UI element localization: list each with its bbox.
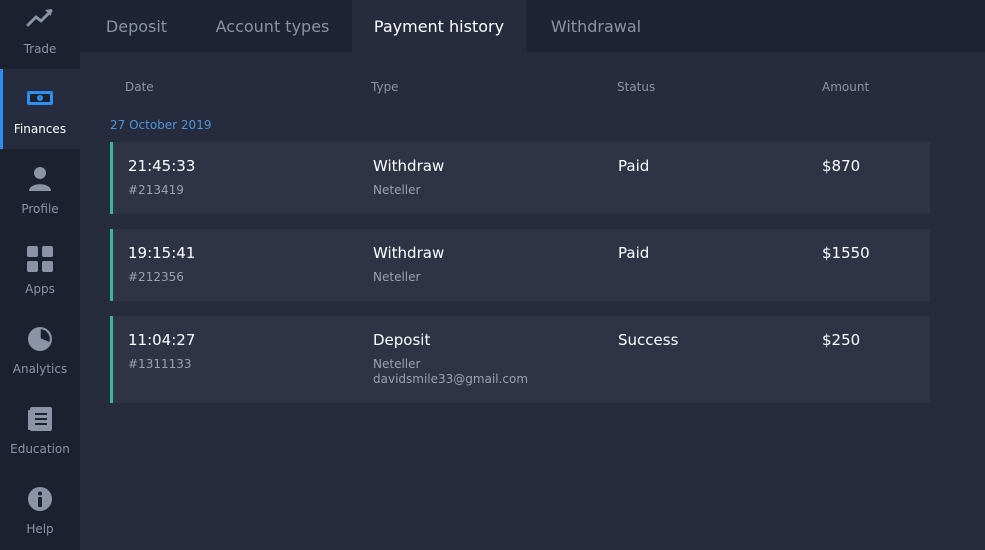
payment-amount: $250 [822, 331, 861, 349]
payment-method: Neteller [373, 183, 421, 197]
payment-id: #213419 [128, 183, 184, 197]
grid-icon [26, 245, 54, 273]
date-group-label: 27 October 2019 [110, 118, 212, 132]
tab-withdrawal[interactable]: Withdrawal [526, 0, 666, 52]
sidebar-item-education[interactable]: Education [0, 389, 80, 469]
sidebar-item-apps[interactable]: Apps [0, 229, 80, 309]
payment-row[interactable]: 11:04:27 #1311133 Deposit Neteller david… [110, 316, 930, 403]
payment-id: #212356 [128, 270, 184, 284]
column-header-type: Type [371, 80, 399, 94]
sidebar-item-trade[interactable]: Trade [0, 0, 80, 69]
payment-type: Withdraw [373, 244, 445, 262]
info-icon [26, 485, 54, 513]
payment-method: Neteller [373, 270, 421, 284]
payment-time: 19:15:41 [128, 244, 196, 262]
sidebar-item-label: Help [26, 522, 54, 536]
payment-time: 21:45:33 [128, 157, 196, 175]
trend-up-icon [26, 3, 54, 31]
column-header-date: Date [125, 80, 154, 94]
payment-status: Paid [618, 244, 650, 262]
payment-row[interactable]: 19:15:41 #212356 Withdraw Neteller Paid … [110, 229, 930, 301]
tab-deposit[interactable]: Deposit [80, 0, 193, 52]
sidebar-item-label: Analytics [12, 362, 68, 376]
sidebar-item-analytics[interactable]: Analytics [0, 309, 80, 389]
tab-payment-history[interactable]: Payment history [352, 0, 526, 52]
payment-id: #1311133 [128, 357, 192, 371]
sidebar-item-profile[interactable]: Profile [0, 149, 80, 229]
sidebar-item-finances[interactable]: Finances [0, 69, 80, 149]
sidebar-item-label: Education [10, 442, 70, 456]
payment-row[interactable]: 21:45:33 #213419 Withdraw Neteller Paid … [110, 142, 930, 214]
sidebar-item-label: Finances [13, 122, 67, 136]
sidebar-item-label: Apps [25, 282, 55, 296]
payment-type: Withdraw [373, 157, 445, 175]
sidebar-item-help[interactable]: Help [0, 469, 80, 549]
document-icon [26, 405, 54, 433]
payment-status: Paid [618, 157, 650, 175]
user-icon [26, 165, 54, 193]
column-header-status: Status [617, 80, 656, 94]
pie-chart-icon [26, 325, 54, 353]
payment-amount: $1550 [822, 244, 870, 262]
payment-email: davidsmile33@gmail.com [373, 372, 529, 386]
payment-type: Deposit [373, 331, 431, 349]
tab-account-types[interactable]: Account types [193, 0, 352, 52]
sidebar-item-label: Profile [21, 202, 59, 216]
payment-status: Success [618, 331, 679, 349]
column-header-amount: Amount [822, 80, 870, 94]
payment-amount: $870 [822, 157, 861, 175]
banknote-icon [26, 84, 54, 112]
sidebar: Trade Finances Profile Apps Analytics Ed… [0, 0, 80, 550]
payment-method: Neteller [373, 357, 421, 371]
tab-bar: Deposit Account types Payment history Wi… [80, 0, 985, 52]
sidebar-item-label: Trade [23, 42, 57, 56]
payment-time: 11:04:27 [128, 331, 196, 349]
